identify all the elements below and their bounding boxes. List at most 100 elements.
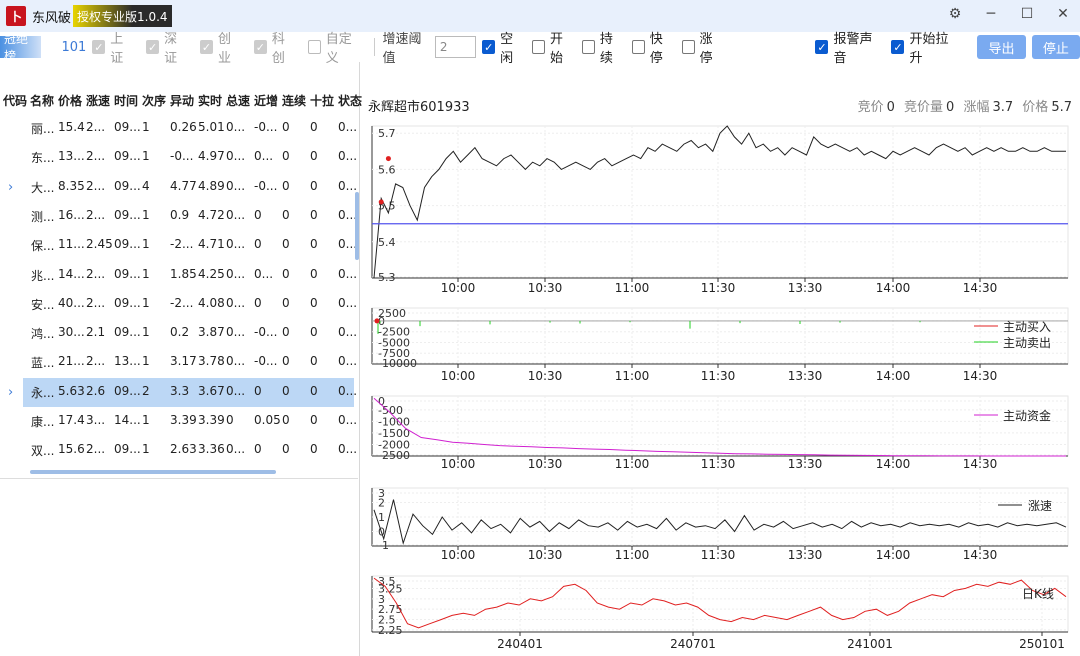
stock-title: 永辉超市601933 [368,100,470,115]
table-cell: 2... [86,149,106,164]
table-cell: 4.89 [198,178,225,193]
table-row[interactable]: 兆... 14... 2... 09... 1 1.85 4.25 0... 0... 0 0 0..… [0,261,357,290]
table-row[interactable]: 双... 15.6 2... 09... 1 2.63 3.36 0... 0 0 0 0... [0,436,357,465]
table-cell: 永... [31,385,55,400]
table-cell: 30... [58,325,85,340]
column-header[interactable]: 异动 [170,92,198,114]
table-cell: 2... [86,442,106,457]
export-button[interactable]: 导出 [977,35,1026,59]
column-header[interactable]: 状态 [338,92,366,114]
filter-checkbox-quickstop[interactable]: 快停 [631,28,674,66]
row-expand-icon[interactable]: › [8,385,13,400]
table-cell: 0 [310,178,318,193]
horizontal-scrollbar[interactable] [30,470,276,474]
column-header[interactable]: 十拉 [310,92,338,114]
column-header[interactable]: 近增 [254,92,282,114]
table-cell: 3.39 [198,413,225,427]
table-cell: 0 [254,207,262,222]
maximize-icon[interactable]: ☐ [1020,6,1034,22]
market-checkbox-shanghai[interactable]: ✓ 上证 [92,28,134,66]
legend-label: 主动买入 [1003,320,1051,334]
table-cell: 0 [254,383,262,398]
table-cell: 2... [86,266,106,281]
table-cell: 13... [58,149,85,164]
column-header[interactable]: 涨速 [86,92,114,114]
stop-button[interactable]: 停止 [1031,35,1080,59]
vertical-scrollbar[interactable] [355,192,359,260]
table-cell: 09... [114,266,141,281]
table-cell: 0 [282,325,290,340]
table-row[interactable]: 丽... 15.4 2... 09... 1 0.26 5.01 0... -0... 0 0 0..… [0,114,357,143]
table-row[interactable]: › 永... 5.63 2.6 09... 2 3.3 3.67 0... 0 0 0 0... [8,377,357,407]
checkbox-icon: ✓ [199,40,213,54]
column-header[interactable]: 总速 [226,92,254,114]
table-cell: 1 [142,413,150,427]
filter-checkbox-idle[interactable]: ✓ 空闲 [482,28,524,66]
quote-value: 3.7 [992,100,1014,115]
table-cell: 0 [310,295,318,310]
threshold-input[interactable]: 2 [434,36,477,58]
table-cell: 15.6 [58,442,85,457]
table-row[interactable]: 康... 17.4 3... 14... 1 3.39 3.39 0 0.05 0 0 0... [0,407,357,436]
table-cell: 09... [114,383,141,398]
column-header[interactable]: 名称 [30,92,58,114]
intraday-price-line [373,125,1066,279]
filter-checkbox-start[interactable]: 开始 [532,28,574,66]
x-tick-label: 10:00 [441,548,476,562]
column-header[interactable]: 价格 [58,92,86,114]
minimize-icon[interactable]: ─ [984,6,998,22]
table-row[interactable]: 鸿... 30... 2.1 09... 1 0.2 3.87 0... -0... 0 0 0... [0,319,357,348]
table-row[interactable]: 东... 13... 2... 09... 1 -0... 4.97 0... 0... 0 0 0.… [0,143,357,172]
settings-icon[interactable]: ⚙ [948,6,962,22]
market-checkbox-chinext[interactable]: ✓ 创业 [199,28,242,66]
table-cell: 0... [226,149,246,164]
table-cell: 5.01 [198,120,225,134]
quote-label: 价格 [1022,100,1049,115]
table-row[interactable]: › 大... 8.35 2... 09... 4 4.77 4.89 0... -0... 0 0 0.… [0,173,357,202]
filter-checkbox-limitup[interactable]: 涨停 [681,28,724,66]
x-tick-label: 240401 [497,637,543,651]
table-cell: 0... [226,383,246,398]
table-cell: 2.45 [86,237,113,252]
column-header[interactable]: 连续 [282,92,310,114]
table-cell: 0... [226,237,246,252]
list-count: 101 [61,39,87,55]
y-tick-label: 2.25 [378,624,403,637]
checkbox-icon [631,40,645,54]
table-cell: 4.25 [198,266,225,281]
table-cell: 兆... [31,268,55,283]
table-cell: 0.05 [254,413,281,427]
alarm-sound-checkbox[interactable]: ✓ 报警声音 [815,28,881,66]
list-tag[interactable]: 冠绝榜 [0,32,42,63]
table-cell: 3.36 [198,442,225,457]
table-cell: 0 [282,149,290,164]
table-cell: 2.1 [86,325,106,340]
table-cell: 16... [58,207,85,222]
close-icon[interactable]: ✕ [1056,6,1070,22]
column-header[interactable]: 时间 [114,92,142,114]
column-header[interactable]: 实时 [198,92,226,114]
y-tick-label: 2 [378,497,385,510]
table-cell: 21... [58,354,85,369]
column-header[interactable]: 次序 [142,92,170,114]
legend-label: 主动卖出 [1003,336,1051,350]
toolbar-divider [373,38,375,56]
table-row[interactable]: 蓝... 21... 2... 13... 1 3.17 3.78 0... -0... 0 0 0.… [0,348,357,377]
table-row[interactable]: 安... 40... 2... 09... 1 -2... 4.08 0... 0 0 0 0... [0,290,357,319]
table-cell: 09... [114,325,141,340]
table-cell: 40... [58,295,85,310]
table-row[interactable]: 测... 16... 2... 09... 1 0.9 4.72 0... 0 0 0 0... [0,202,357,231]
table-cell: -0... [254,120,278,134]
market-checkbox-star[interactable]: ✓ 科创 [253,28,296,66]
x-tick-label: 14:30 [963,281,998,295]
row-expand-icon[interactable]: › [8,180,13,195]
market-checkbox-custom[interactable]: 自定义 [307,28,362,66]
threshold-label: 增速阈值 [382,32,422,66]
x-tick-label: 11:00 [615,548,650,562]
y-tick-label: -1 [378,539,389,552]
start-rise-checkbox[interactable]: ✓ 开始拉升 [891,28,957,66]
column-header[interactable]: 代码 [3,92,30,114]
table-row[interactable]: 保... 11... 2.45 09... 1 -2... 4.71 0... 0 0 0 0... [0,231,357,260]
market-checkbox-shenzhen[interactable]: ✓ 深证 [146,28,188,66]
filter-checkbox-continue[interactable]: 持续 [581,28,624,66]
